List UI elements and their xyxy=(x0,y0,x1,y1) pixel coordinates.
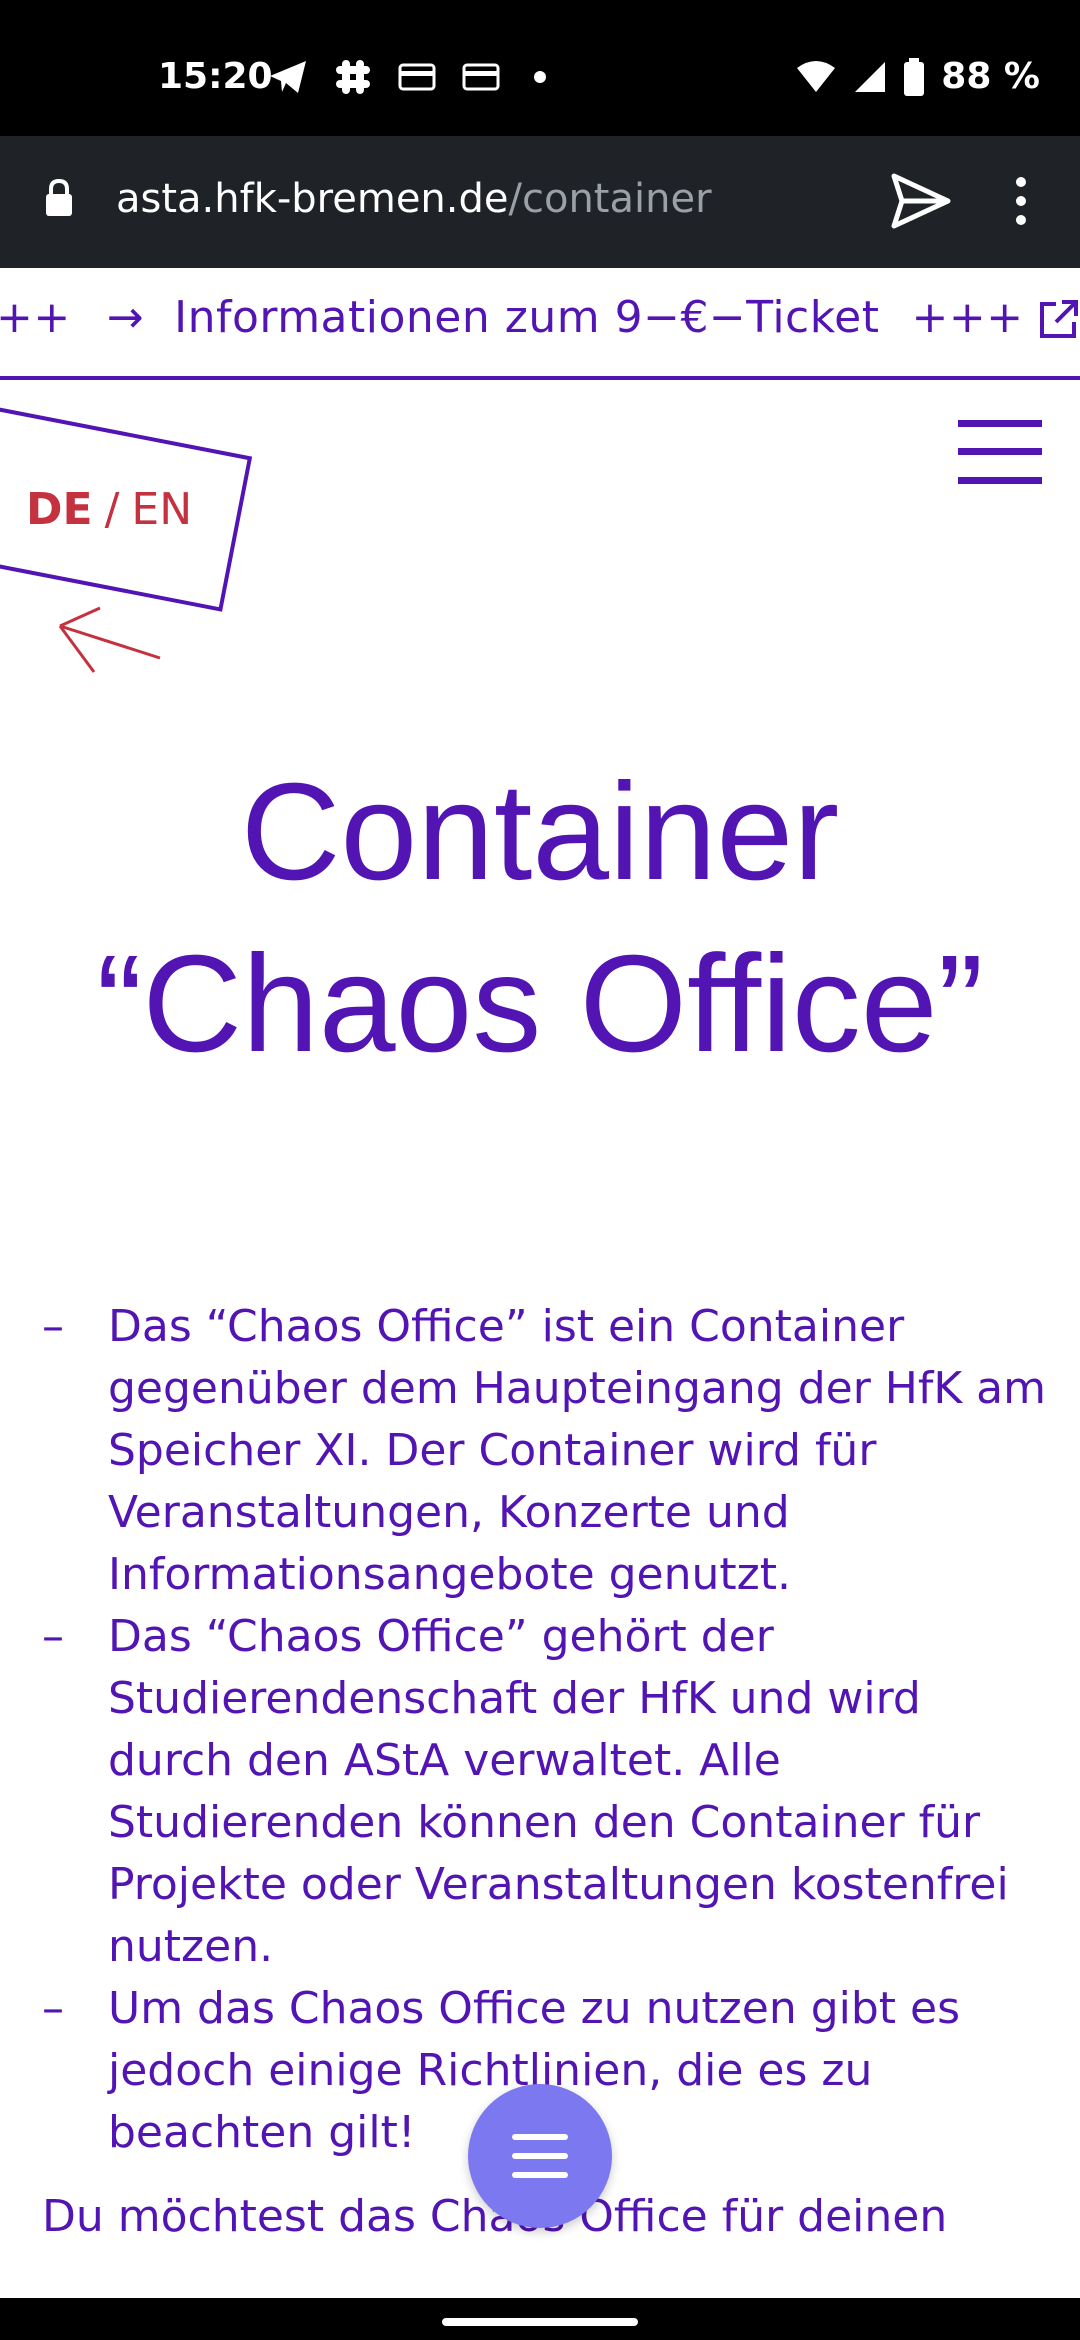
card-icon xyxy=(462,63,500,91)
arrow-right-icon: → xyxy=(106,292,145,343)
home-gesture-handle[interactable] xyxy=(442,2318,638,2326)
lock-icon[interactable] xyxy=(44,178,74,218)
send-icon[interactable] xyxy=(890,172,952,230)
list-item-text: Das “Chaos Office” gehört der Studierend… xyxy=(108,1611,1009,1972)
arrow-left-icon xyxy=(58,606,161,673)
signal-icon xyxy=(855,61,886,92)
ticker-link[interactable]: Informationen zum 9−€−Ticket xyxy=(174,292,879,343)
telegram-icon xyxy=(270,61,306,93)
news-ticker[interactable]: ++ → Informationen zum 9−€−Ticket +++ xyxy=(0,268,1080,380)
list-item-text: Das “Chaos Office” ist ein Container geg… xyxy=(108,1301,1047,1600)
title-line-1: Container xyxy=(240,755,840,909)
more-vert-icon[interactable] xyxy=(1014,176,1028,226)
lang-en-link[interactable]: EN xyxy=(131,484,192,535)
url-path: /container xyxy=(508,176,712,222)
list-item: – Das “Chaos Office” ist ein Container g… xyxy=(42,1296,1052,1606)
dot-icon xyxy=(534,71,546,83)
floating-menu-button[interactable] xyxy=(468,2084,612,2228)
system-status: 88 % xyxy=(795,56,1040,97)
lang-de-link[interactable]: DE xyxy=(26,484,93,535)
ticker-suffix: +++ xyxy=(911,292,1024,343)
url-domain: asta.hfk-bremen.de xyxy=(116,176,509,222)
ticker-prefix: ++ xyxy=(0,292,71,343)
lang-separator: / xyxy=(104,484,120,535)
list-dash: – xyxy=(42,1301,64,1352)
page-title: Container “Chaos Office” xyxy=(0,746,1080,1090)
card-icon xyxy=(398,63,436,91)
slack-icon xyxy=(336,60,370,94)
status-time: 15:20 xyxy=(158,56,273,97)
browser-toolbar: asta.hfk-bremen.de/container xyxy=(0,136,1080,268)
list-item: – Das “Chaos Office” gehört der Studiere… xyxy=(42,1606,1052,1978)
title-line-2: “Chaos Office” xyxy=(96,927,984,1081)
status-bar: 15:20 88 % xyxy=(0,0,1080,136)
battery-percent: 88 % xyxy=(941,56,1040,97)
menu-icon[interactable] xyxy=(958,420,1042,484)
ticker-text[interactable]: ++ → Informationen zum 9−€−Ticket +++ xyxy=(0,292,1024,343)
notification-icons xyxy=(268,58,554,96)
list-dash: – xyxy=(42,1983,64,2034)
language-switcher: DE / EN xyxy=(26,484,192,535)
list-dash: – xyxy=(42,1611,64,1662)
wifi-icon xyxy=(797,60,836,92)
url-field[interactable]: asta.hfk-bremen.de/container xyxy=(116,176,712,222)
external-link-icon[interactable] xyxy=(1038,298,1080,340)
battery-icon xyxy=(904,57,925,96)
